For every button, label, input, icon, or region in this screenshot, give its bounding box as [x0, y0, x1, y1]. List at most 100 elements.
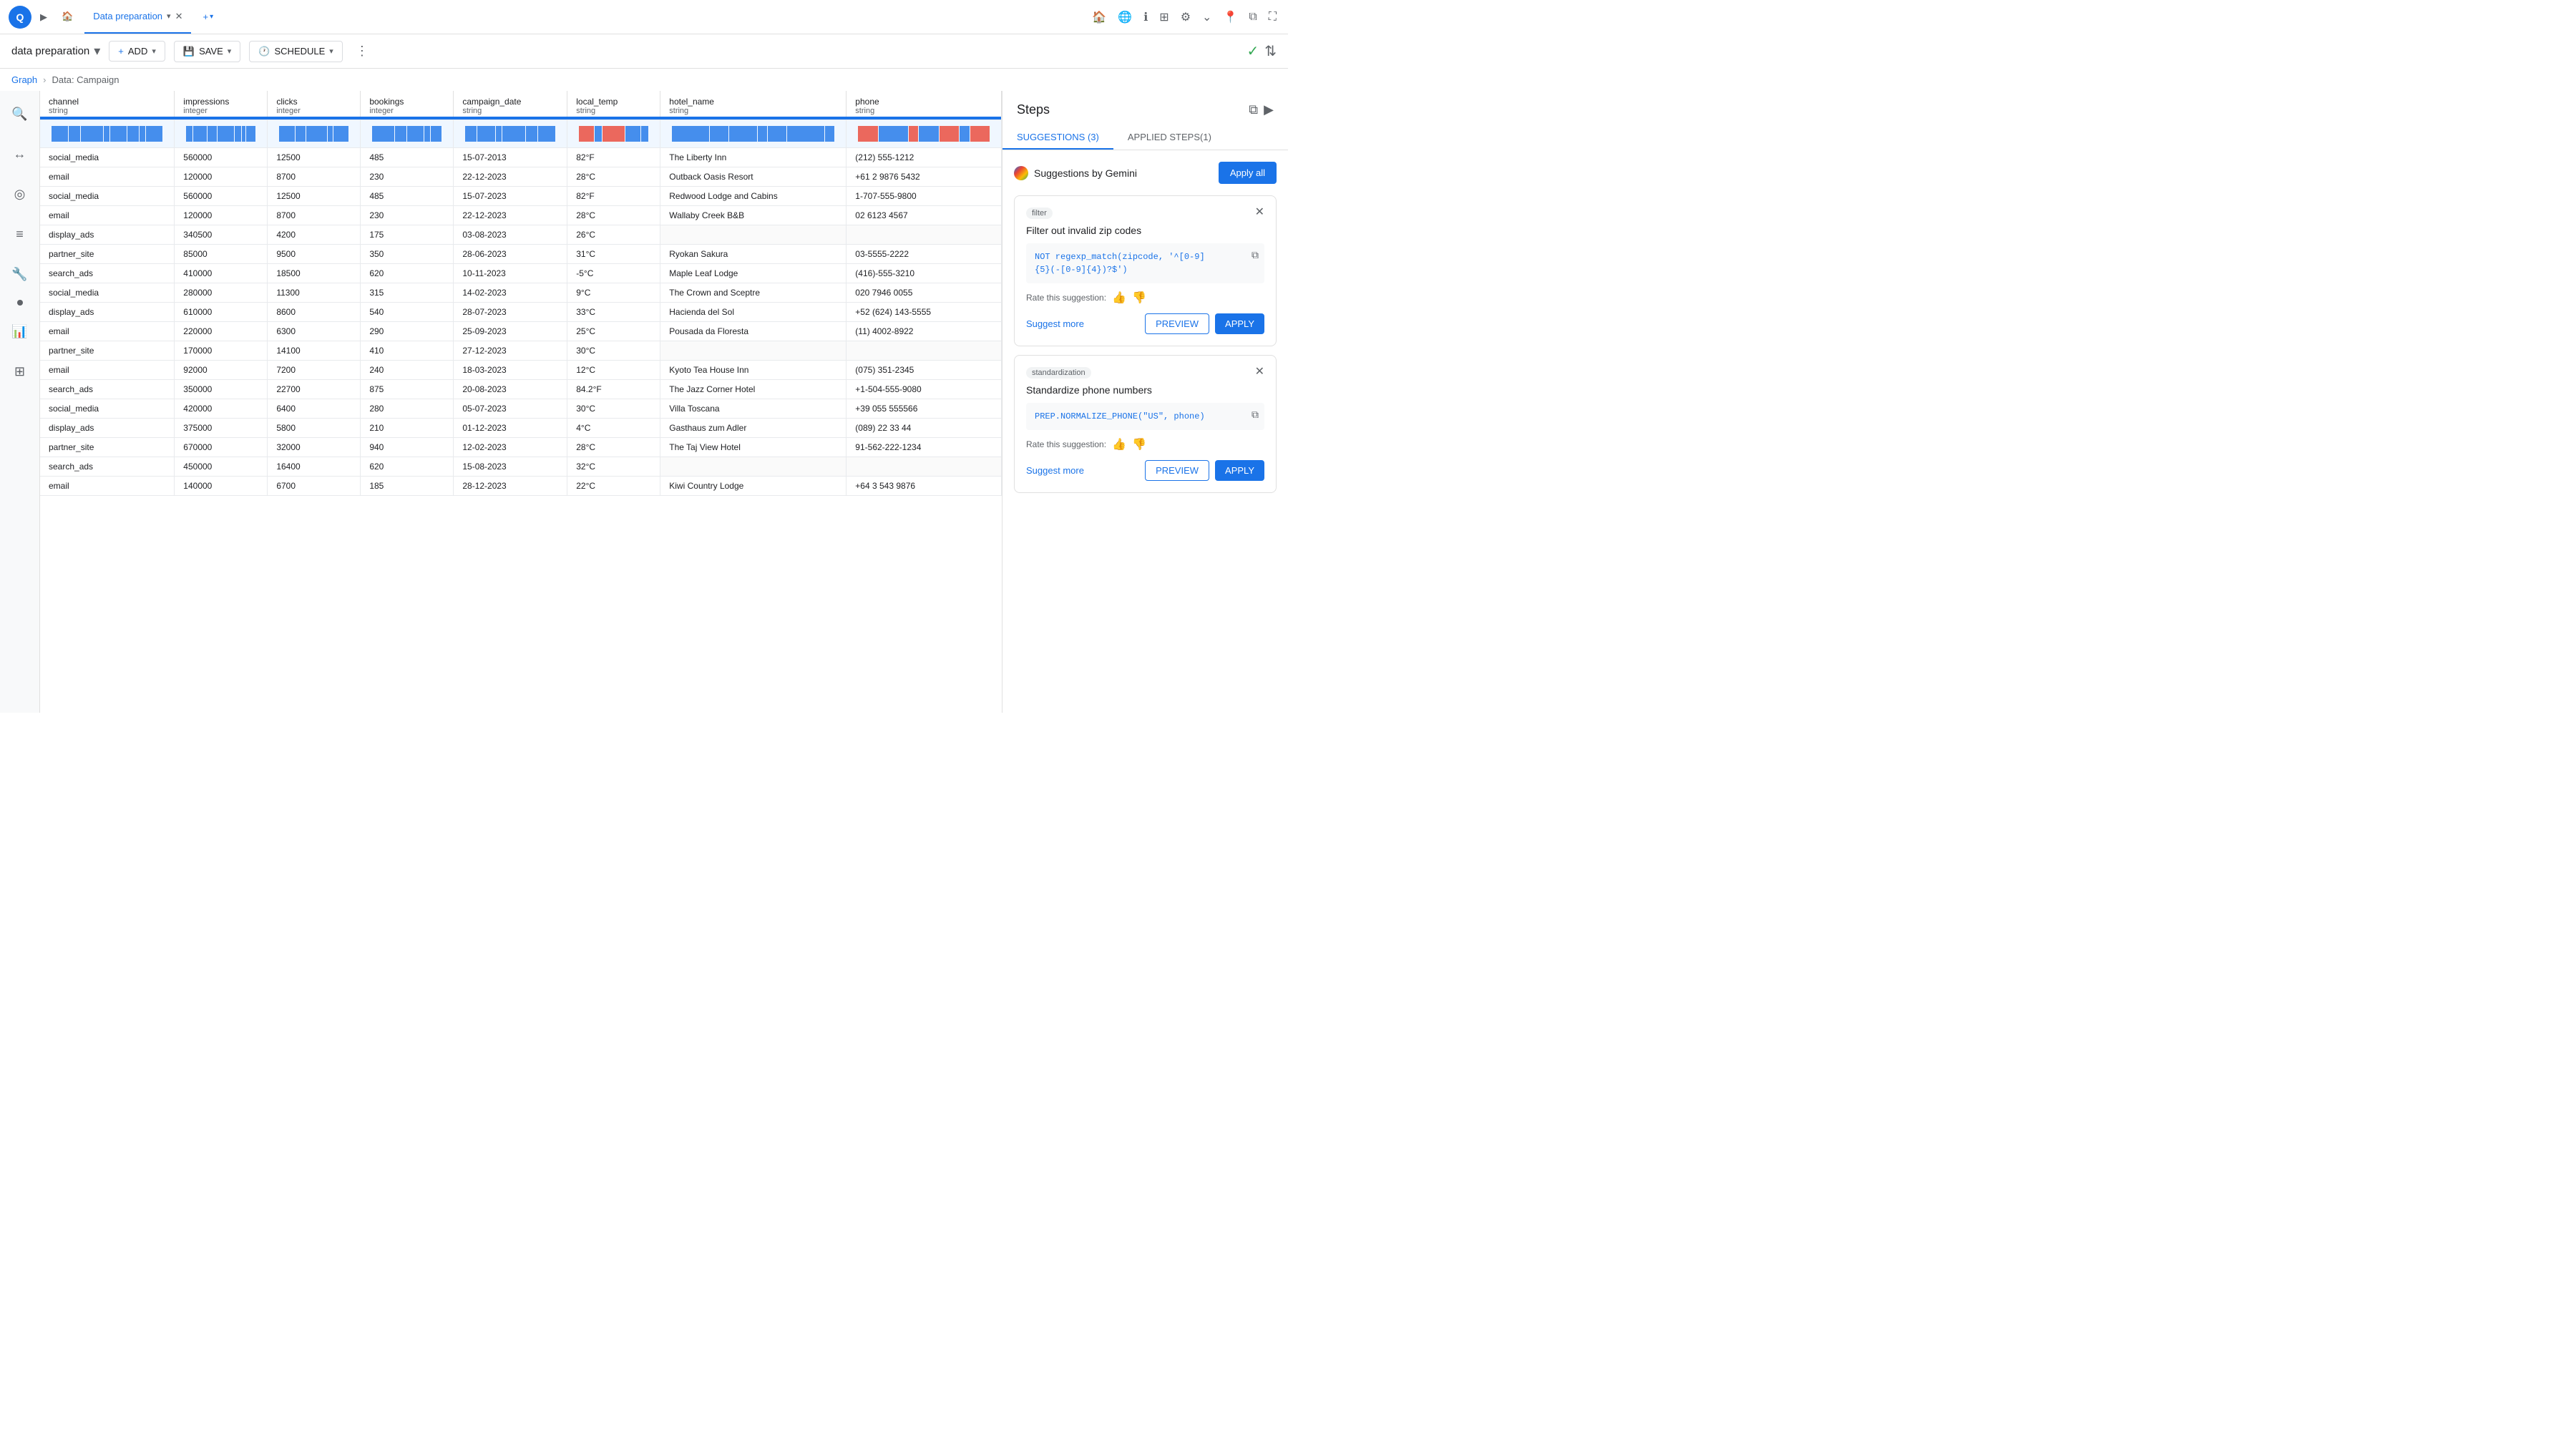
tab-applied-steps[interactable]: APPLIED STEPS(1)	[1113, 126, 1226, 150]
standardization-preview-button[interactable]: PREVIEW	[1145, 460, 1209, 481]
col-impressions[interactable]: impressions integer	[175, 91, 268, 117]
col-channel[interactable]: channel string	[40, 91, 175, 117]
dist-clicks	[268, 119, 361, 147]
standardization-thumbup-icon[interactable]: 👍	[1112, 437, 1126, 452]
settings-icon[interactable]: ⚙	[1178, 7, 1194, 27]
table-cell: social_media	[40, 147, 175, 167]
save-icon: 💾	[183, 46, 195, 57]
standardization-copy-icon[interactable]: ⧉	[1252, 409, 1259, 424]
standardization-apply-button[interactable]: APPLY	[1215, 460, 1264, 481]
filter-suggest-more-button[interactable]: Suggest more	[1026, 314, 1084, 333]
standardization-card-close-button[interactable]: ✕	[1255, 364, 1264, 379]
dist-campaign-date	[454, 119, 567, 147]
filter-thumbup-icon[interactable]: 👍	[1112, 291, 1126, 305]
filter-apply-button[interactable]: APPLY	[1215, 313, 1264, 334]
second-bar: data preparation ▾ + ADD ▾ 💾 SAVE ▾ 🕐 SC…	[0, 34, 1288, 69]
pin-icon[interactable]: 📍	[1220, 7, 1240, 27]
expand-icon[interactable]: ▶	[37, 9, 50, 26]
save-button[interactable]: 💾 SAVE ▾	[174, 41, 240, 62]
table-cell: 610000	[175, 302, 268, 321]
tab-dropdown-icon[interactable]: ▾	[167, 11, 171, 21]
standardization-suggest-more-button[interactable]: Suggest more	[1026, 461, 1084, 480]
standardization-thumbdown-icon[interactable]: 👎	[1132, 437, 1146, 452]
tab-close-icon[interactable]: ✕	[175, 11, 183, 22]
column-header-row: channel string impressions integer click…	[40, 91, 1002, 117]
table-cell: 210	[361, 418, 454, 437]
table-cell: Villa Toscana	[660, 399, 847, 418]
breadcrumb: Graph › Data: Campaign	[0, 69, 1288, 91]
steps-expand-icon[interactable]: ▶	[1264, 102, 1274, 117]
table-row: search_ads4100001850062010-11-2023-5°CMa…	[40, 263, 1002, 283]
gemini-header: Suggestions by Gemini Apply all	[1014, 162, 1277, 184]
table-cell: 875	[361, 379, 454, 399]
col-campaign-date[interactable]: campaign_date string	[454, 91, 567, 117]
col-clicks[interactable]: clicks integer	[268, 91, 361, 117]
filter-thumbdown-icon[interactable]: 👎	[1132, 291, 1146, 305]
col-local-temp[interactable]: local_temp string	[567, 91, 660, 117]
table-cell: 11300	[268, 283, 361, 302]
breadcrumb-graph[interactable]: Graph	[11, 74, 37, 85]
table-cell: 15-08-2023	[454, 457, 567, 476]
col-phone[interactable]: phone string	[847, 91, 1002, 117]
sidebar-list-icon[interactable]: ≡	[6, 220, 34, 248]
col-bookings[interactable]: bookings integer	[361, 91, 454, 117]
table-cell: 420000	[175, 399, 268, 418]
filter-preview-button[interactable]: PREVIEW	[1145, 313, 1209, 334]
tab-home[interactable]: 🏠	[56, 0, 79, 34]
app-logo[interactable]: Q	[9, 6, 31, 29]
data-area[interactable]: channel string impressions integer click…	[40, 91, 1002, 713]
table-cell: email	[40, 205, 175, 225]
title-dropdown-icon[interactable]: ▾	[94, 44, 100, 59]
steps-collapse-icon[interactable]: ⧉	[1249, 102, 1258, 117]
more-button[interactable]: ⋮	[351, 39, 373, 63]
sidebar-search-icon[interactable]: 🔍	[6, 99, 34, 128]
globe-icon[interactable]: 🌐	[1115, 7, 1135, 27]
table-cell: 175	[361, 225, 454, 244]
info-icon[interactable]: ℹ	[1141, 7, 1151, 27]
sidebar-dot-indicator	[17, 300, 23, 306]
fullscreen-icon[interactable]: ⛶	[1266, 8, 1279, 26]
steps-title: Steps	[1017, 102, 1050, 117]
window-icon[interactable]: ⧉	[1246, 8, 1259, 26]
distribution-row	[40, 119, 1002, 147]
table-cell: +61 2 9876 5432	[847, 167, 1002, 186]
table-cell: 22-12-2023	[454, 167, 567, 186]
chevron-down-icon[interactable]: ⌄	[1199, 7, 1214, 27]
tab-data-preparation[interactable]: Data preparation ▾ ✕	[84, 0, 191, 34]
table-cell: 340500	[175, 225, 268, 244]
table-row: email92000720024018-03-202312°CKyoto Tea…	[40, 360, 1002, 379]
add-button[interactable]: + ADD ▾	[109, 41, 165, 62]
add-tab-button[interactable]: +▾	[197, 11, 219, 22]
sidebar-barchart-icon[interactable]: 📊	[6, 317, 34, 346]
sidebar-circle-icon[interactable]: ◎	[6, 180, 34, 208]
dist-local-temp	[567, 119, 660, 147]
table-row: display_ads375000580021001-12-20234°CGas…	[40, 418, 1002, 437]
col-hotel-name[interactable]: hotel_name string	[660, 91, 847, 117]
grid-icon[interactable]: ⊞	[1156, 7, 1171, 27]
table-cell: 020 7946 0055	[847, 283, 1002, 302]
filter-copy-icon[interactable]: ⧉	[1252, 249, 1259, 264]
dist-hotel-name	[660, 119, 847, 147]
tab-suggestions[interactable]: SUGGESTIONS (3)	[1002, 126, 1113, 150]
table-cell: 30°C	[567, 399, 660, 418]
table-cell: 280000	[175, 283, 268, 302]
table-cell: 410	[361, 341, 454, 360]
gemini-label-text: Suggestions by Gemini	[1034, 167, 1137, 179]
schedule-button[interactable]: 🕐 SCHEDULE ▾	[249, 41, 343, 62]
sidebar-table-icon[interactable]: ⊞	[6, 357, 34, 386]
table-cell: 220000	[175, 321, 268, 341]
table-cell: 82°F	[567, 147, 660, 167]
sidebar-layers-icon[interactable]: ↔	[6, 140, 34, 168]
sidebar-wrench-icon[interactable]: 🔧	[6, 260, 34, 288]
apply-all-button[interactable]: Apply all	[1219, 162, 1277, 184]
standardization-code-block: PREP.NORMALIZE_PHONE("US", phone) ⧉	[1026, 403, 1264, 430]
filter-card-close-button[interactable]: ✕	[1255, 205, 1264, 219]
table-cell: 31°C	[567, 244, 660, 263]
breadcrumb-current: Data: Campaign	[52, 74, 119, 85]
home-icon[interactable]: 🏠	[1089, 7, 1109, 27]
table-cell: +64 3 543 9876	[847, 476, 1002, 495]
table-cell: +39 055 555566	[847, 399, 1002, 418]
table-cell: 32°C	[567, 457, 660, 476]
expand-collapse-icon[interactable]: ⇅	[1264, 42, 1277, 60]
table-cell: 02 6123 4567	[847, 205, 1002, 225]
